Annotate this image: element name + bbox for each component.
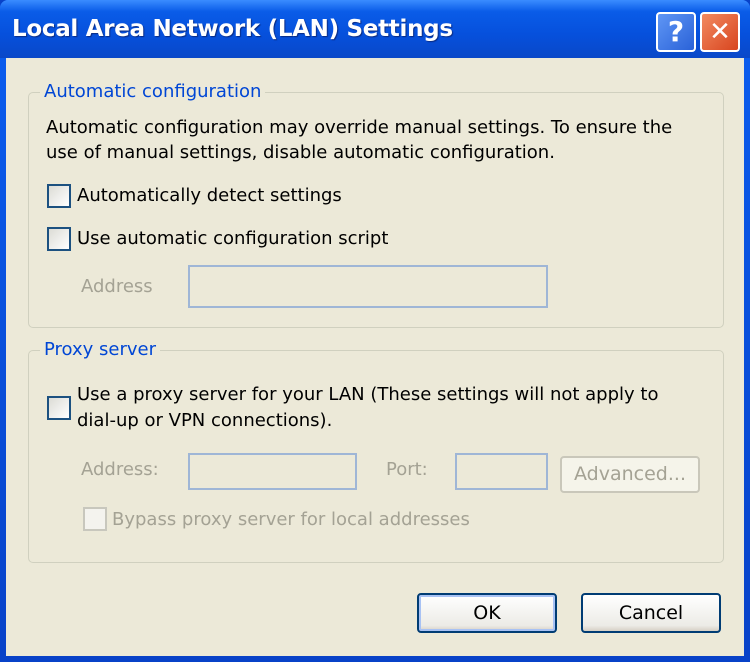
auto-config-description-line1: Automatic configuration may override man… bbox=[46, 117, 673, 138]
proxy-port-input[interactable] bbox=[455, 453, 548, 490]
automatic-configuration-legend: Automatic configuration bbox=[40, 81, 266, 103]
auto-config-script-label[interactable]: Use automatic configuration script bbox=[77, 227, 388, 251]
cancel-button[interactable]: Cancel bbox=[581, 593, 721, 633]
window-title: Local Area Network (LAN) Settings bbox=[12, 16, 453, 42]
close-button[interactable]: ✕ bbox=[700, 12, 740, 52]
proxy-server-legend: Proxy server bbox=[40, 339, 161, 361]
ok-button[interactable]: OK bbox=[417, 593, 557, 633]
auto-detect-label[interactable]: Automatically detect settings bbox=[77, 184, 342, 208]
use-proxy-label-line2[interactable]: dial-up or VPN connections). bbox=[77, 409, 332, 433]
use-proxy-label-line1[interactable]: Use a proxy server for your LAN (These s… bbox=[77, 383, 658, 407]
dialog-body: Automatic configuration Automatic config… bbox=[6, 58, 744, 656]
close-icon: ✕ bbox=[709, 17, 731, 47]
use-proxy-checkbox[interactable] bbox=[47, 396, 71, 420]
auto-config-script-checkbox[interactable] bbox=[47, 227, 71, 251]
proxy-address-label: Address: bbox=[81, 459, 159, 480]
auto-config-description-line2: use of manual settings, disable automati… bbox=[46, 142, 555, 163]
advanced-button[interactable]: Advanced... bbox=[560, 456, 700, 493]
help-icon: ? bbox=[667, 15, 685, 48]
proxy-port-label: Port: bbox=[386, 459, 428, 480]
bypass-local-checkbox[interactable] bbox=[83, 507, 107, 531]
script-address-input[interactable] bbox=[188, 265, 548, 308]
auto-detect-checkbox[interactable] bbox=[47, 184, 71, 208]
help-button[interactable]: ? bbox=[656, 12, 696, 52]
bypass-local-label[interactable]: Bypass proxy server for local addresses bbox=[112, 508, 470, 532]
title-bar[interactable]: Local Area Network (LAN) Settings ? ✕ bbox=[0, 0, 750, 58]
script-address-label: Address bbox=[81, 276, 153, 297]
proxy-address-input[interactable] bbox=[188, 453, 357, 490]
